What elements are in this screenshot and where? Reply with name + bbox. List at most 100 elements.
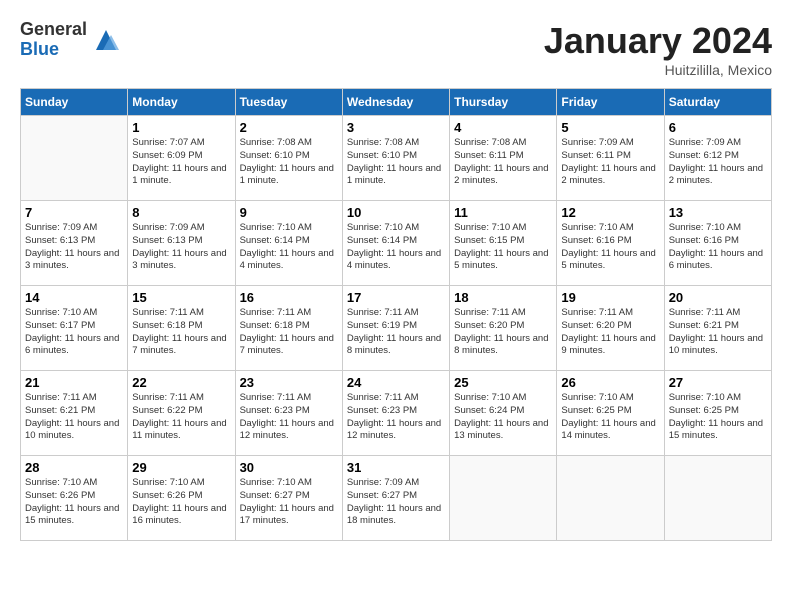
day-number: 1 [132,120,230,135]
calendar-cell: 21Sunrise: 7:11 AM Sunset: 6:21 PM Dayli… [21,371,128,456]
calendar-cell: 8 Sunrise: 7:09 AM Sunset: 6:13 PM Daylig… [128,201,235,286]
calendar-cell: 7Sunrise: 7:09 AM Sunset: 6:13 PM Daylig… [21,201,128,286]
day-number: 18 [454,290,552,305]
day-info: Sunrise: 7:10 AM Sunset: 6:25 PM Dayligh… [561,392,659,443]
week-row-3: 21Sunrise: 7:11 AM Sunset: 6:21 PM Dayli… [21,371,772,456]
week-row-0: 1 Sunrise: 7:07 AM Sunset: 6:09 PM Daylig… [21,116,772,201]
day-info: Sunrise: 7:11 AM Sunset: 6:22 PM Dayligh… [132,392,230,443]
day-info: Sunrise: 7:11 AM Sunset: 6:21 PM Dayligh… [669,307,767,358]
calendar-cell: 4Sunrise: 7:08 AM Sunset: 6:11 PM Daylig… [450,116,557,201]
month-title: January 2024 [544,20,772,62]
header-wednesday: Wednesday [342,89,449,116]
location: Huitzililla, Mexico [544,62,772,78]
calendar-cell: 31 Sunrise: 7:09 AM Sunset: 6:27 PM Dayli… [342,456,449,541]
calendar-cell: 1 Sunrise: 7:07 AM Sunset: 6:09 PM Daylig… [128,116,235,201]
calendar-cell: 22 Sunrise: 7:11 AM Sunset: 6:22 PM Dayli… [128,371,235,456]
calendar-cell: 17 Sunrise: 7:11 AM Sunset: 6:19 PM Dayli… [342,286,449,371]
day-number: 6 [669,120,767,135]
calendar-cell: 10Sunrise: 7:10 AM Sunset: 6:14 PM Dayli… [342,201,449,286]
day-info: Sunrise: 7:09 AM Sunset: 6:11 PM Dayligh… [561,137,659,188]
calendar-cell: 6 Sunrise: 7:09 AM Sunset: 6:12 PM Daylig… [664,116,771,201]
calendar-cell: 15 Sunrise: 7:11 AM Sunset: 6:18 PM Dayli… [128,286,235,371]
day-info: Sunrise: 7:10 AM Sunset: 6:14 PM Dayligh… [347,222,445,273]
day-number: 15 [132,290,230,305]
day-info: Sunrise: 7:07 AM Sunset: 6:09 PM Dayligh… [132,137,230,188]
day-number: 19 [561,290,659,305]
day-info: Sunrise: 7:10 AM Sunset: 6:16 PM Dayligh… [561,222,659,273]
day-number: 25 [454,375,552,390]
header-tuesday: Tuesday [235,89,342,116]
day-number: 2 [240,120,338,135]
day-info: Sunrise: 7:11 AM Sunset: 6:18 PM Dayligh… [132,307,230,358]
calendar-cell: 25 Sunrise: 7:10 AM Sunset: 6:24 PM Dayli… [450,371,557,456]
calendar-cell: 2 Sunrise: 7:08 AM Sunset: 6:10 PM Daylig… [235,116,342,201]
calendar-cell: 13 Sunrise: 7:10 AM Sunset: 6:16 PM Dayli… [664,201,771,286]
day-number: 28 [25,460,123,475]
day-info: Sunrise: 7:10 AM Sunset: 6:14 PM Dayligh… [240,222,338,273]
calendar-cell: 3 Sunrise: 7:08 AM Sunset: 6:10 PM Daylig… [342,116,449,201]
title-block: January 2024 Huitzililla, Mexico [544,20,772,78]
header-saturday: Saturday [664,89,771,116]
page-header: General Blue January 2024 Huitzililla, M… [20,20,772,78]
calendar-cell: 11Sunrise: 7:10 AM Sunset: 6:15 PM Dayli… [450,201,557,286]
day-number: 13 [669,205,767,220]
day-number: 22 [132,375,230,390]
calendar-cell: 16 Sunrise: 7:11 AM Sunset: 6:18 PM Dayli… [235,286,342,371]
logo-general: General [20,20,87,40]
day-info: Sunrise: 7:09 AM Sunset: 6:12 PM Dayligh… [669,137,767,188]
day-number: 8 [132,205,230,220]
logo-icon [91,25,121,55]
calendar-cell: 20 Sunrise: 7:11 AM Sunset: 6:21 PM Dayli… [664,286,771,371]
calendar-header-row: SundayMondayTuesdayWednesdayThursdayFrid… [21,89,772,116]
day-number: 23 [240,375,338,390]
day-number: 17 [347,290,445,305]
calendar-cell: 26 Sunrise: 7:10 AM Sunset: 6:25 PM Dayli… [557,371,664,456]
day-info: Sunrise: 7:11 AM Sunset: 6:23 PM Dayligh… [240,392,338,443]
header-monday: Monday [128,89,235,116]
day-number: 3 [347,120,445,135]
day-info: Sunrise: 7:09 AM Sunset: 6:27 PM Dayligh… [347,477,445,528]
day-number: 29 [132,460,230,475]
day-info: Sunrise: 7:10 AM Sunset: 6:26 PM Dayligh… [132,477,230,528]
day-info: Sunrise: 7:08 AM Sunset: 6:10 PM Dayligh… [240,137,338,188]
calendar-cell: 28 Sunrise: 7:10 AM Sunset: 6:26 PM Dayli… [21,456,128,541]
day-number: 9 [240,205,338,220]
day-number: 11 [454,205,552,220]
week-row-2: 14 Sunrise: 7:10 AM Sunset: 6:17 PM Dayli… [21,286,772,371]
day-info: Sunrise: 7:11 AM Sunset: 6:18 PM Dayligh… [240,307,338,358]
calendar-cell: 9 Sunrise: 7:10 AM Sunset: 6:14 PM Daylig… [235,201,342,286]
calendar-cell [557,456,664,541]
day-number: 24 [347,375,445,390]
day-number: 12 [561,205,659,220]
day-info: Sunrise: 7:09 AM Sunset: 6:13 PM Dayligh… [132,222,230,273]
calendar-cell: 27Sunrise: 7:10 AM Sunset: 6:25 PM Dayli… [664,371,771,456]
day-number: 5 [561,120,659,135]
week-row-4: 28 Sunrise: 7:10 AM Sunset: 6:26 PM Dayli… [21,456,772,541]
calendar-cell: 24Sunrise: 7:11 AM Sunset: 6:23 PM Dayli… [342,371,449,456]
day-number: 7 [25,205,123,220]
header-friday: Friday [557,89,664,116]
calendar-cell: 29 Sunrise: 7:10 AM Sunset: 6:26 PM Dayli… [128,456,235,541]
header-sunday: Sunday [21,89,128,116]
day-number: 31 [347,460,445,475]
day-info: Sunrise: 7:11 AM Sunset: 6:20 PM Dayligh… [561,307,659,358]
day-info: Sunrise: 7:10 AM Sunset: 6:26 PM Dayligh… [25,477,123,528]
day-number: 21 [25,375,123,390]
day-number: 26 [561,375,659,390]
calendar-cell: 30Sunrise: 7:10 AM Sunset: 6:27 PM Dayli… [235,456,342,541]
day-number: 14 [25,290,123,305]
day-info: Sunrise: 7:08 AM Sunset: 6:10 PM Dayligh… [347,137,445,188]
day-info: Sunrise: 7:10 AM Sunset: 6:17 PM Dayligh… [25,307,123,358]
day-info: Sunrise: 7:08 AM Sunset: 6:11 PM Dayligh… [454,137,552,188]
day-number: 16 [240,290,338,305]
header-thursday: Thursday [450,89,557,116]
calendar-table: SundayMondayTuesdayWednesdayThursdayFrid… [20,88,772,541]
day-info: Sunrise: 7:11 AM Sunset: 6:19 PM Dayligh… [347,307,445,358]
calendar-cell: 23 Sunrise: 7:11 AM Sunset: 6:23 PM Dayli… [235,371,342,456]
day-info: Sunrise: 7:10 AM Sunset: 6:16 PM Dayligh… [669,222,767,273]
day-info: Sunrise: 7:10 AM Sunset: 6:24 PM Dayligh… [454,392,552,443]
calendar-cell [664,456,771,541]
day-number: 20 [669,290,767,305]
calendar-cell: 19 Sunrise: 7:11 AM Sunset: 6:20 PM Dayli… [557,286,664,371]
calendar-cell: 5 Sunrise: 7:09 AM Sunset: 6:11 PM Daylig… [557,116,664,201]
